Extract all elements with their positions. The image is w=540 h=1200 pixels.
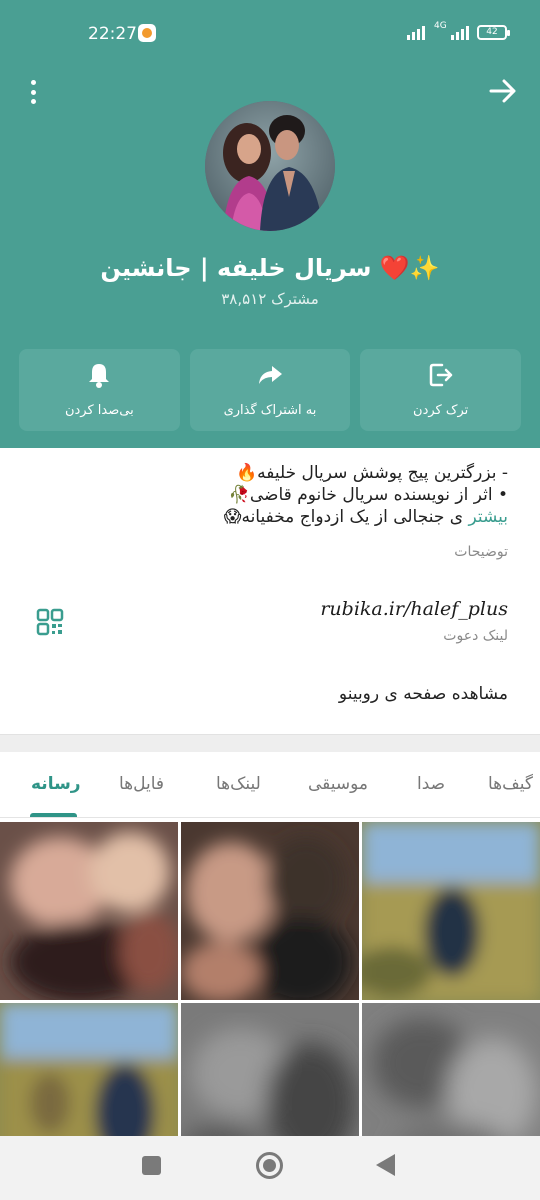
recent-apps-button[interactable]: [142, 1156, 161, 1175]
mute-label: بی‌صدا کردن: [64, 403, 134, 418]
share-button[interactable]: به اشتراک گذاری: [189, 349, 351, 431]
vertical-dots-icon[interactable]: [22, 78, 44, 106]
tab-links[interactable]: لینک‌ها: [216, 774, 261, 794]
leave-icon: [429, 363, 452, 387]
qr-code-icon[interactable]: [36, 608, 64, 636]
status-bar: 22:27 4G 42: [0, 0, 540, 64]
media-thumbnail[interactable]: [181, 822, 359, 1000]
channel-avatar[interactable]: [205, 101, 335, 231]
network-type-label: 4G: [434, 21, 447, 31]
signal-icon-2: [451, 26, 469, 40]
tab-voice[interactable]: صدا: [417, 774, 445, 794]
avatar-image: [205, 101, 335, 231]
system-nav-bar: [0, 1136, 540, 1200]
media-thumbnail[interactable]: [0, 822, 178, 1000]
active-tab-indicator: [30, 813, 77, 817]
rubino-page-link[interactable]: مشاهده صفحه ی روبینو: [339, 684, 508, 704]
tab-files[interactable]: فایل‌ها: [119, 774, 164, 794]
description-line: ی جنجالی از یک ازدواج مخفیانه😱: [223, 507, 464, 527]
media-tabs: رسانه فایل‌ها لینک‌ها موسیقی صدا گیف‌ها: [0, 752, 540, 818]
channel-description[interactable]: - بزرگترین پیج پوشش سریال خلیفه🔥 • اثر ا…: [108, 462, 508, 528]
share-label: به اشتراک گذاری: [223, 403, 317, 418]
invite-link-label: لینک دعوت: [443, 628, 508, 644]
read-more-link[interactable]: بیشتر: [468, 507, 508, 527]
description-line: • اثر از نویسنده سریال خانوم قاضی🥀: [228, 485, 508, 505]
leave-label: ترک کردن: [413, 403, 469, 418]
invite-link[interactable]: rubika.ir/halef_plus: [320, 598, 508, 620]
app-notification-icon: [138, 24, 156, 42]
media-thumbnail[interactable]: [362, 822, 540, 1000]
channel-header: 22:27 4G 42 سریال خلیفه | جانشین ❤️✨ ۳۸,…: [0, 0, 540, 448]
leave-button[interactable]: ترک کردن: [360, 349, 521, 431]
description-line: - بزرگترین پیج پوشش سریال خلیفه🔥: [235, 463, 508, 483]
arrow-right-icon[interactable]: [488, 78, 518, 104]
description-label: توضیحات: [454, 544, 508, 560]
section-divider: [0, 734, 540, 752]
tab-gifs[interactable]: گیف‌ها: [488, 774, 533, 794]
back-button[interactable]: [376, 1154, 395, 1176]
status-time: 22:27: [88, 24, 137, 44]
subscriber-count: ۳۸,۵۱۲ مشترک: [221, 290, 319, 308]
channel-title: سریال خلیفه | جانشین ❤️✨: [100, 254, 440, 282]
share-icon: [258, 366, 282, 384]
home-button[interactable]: [256, 1152, 283, 1179]
tab-media[interactable]: رسانه: [31, 774, 81, 794]
description-line-more: بیشتر ی جنجالی از یک ازدواج مخفیانه😱: [108, 506, 508, 528]
bell-icon: [89, 364, 110, 388]
tab-music[interactable]: موسیقی: [308, 774, 368, 794]
channel-info: - بزرگترین پیج پوشش سریال خلیفه🔥 • اثر ا…: [0, 448, 540, 734]
action-buttons: ترک کردن به اشتراک گذاری بی‌صدا کردن: [18, 349, 521, 431]
mute-button[interactable]: بی‌صدا کردن: [18, 349, 180, 431]
battery-icon: 42: [477, 25, 510, 40]
signal-icon: [407, 26, 425, 40]
media-grid: [0, 822, 540, 1181]
